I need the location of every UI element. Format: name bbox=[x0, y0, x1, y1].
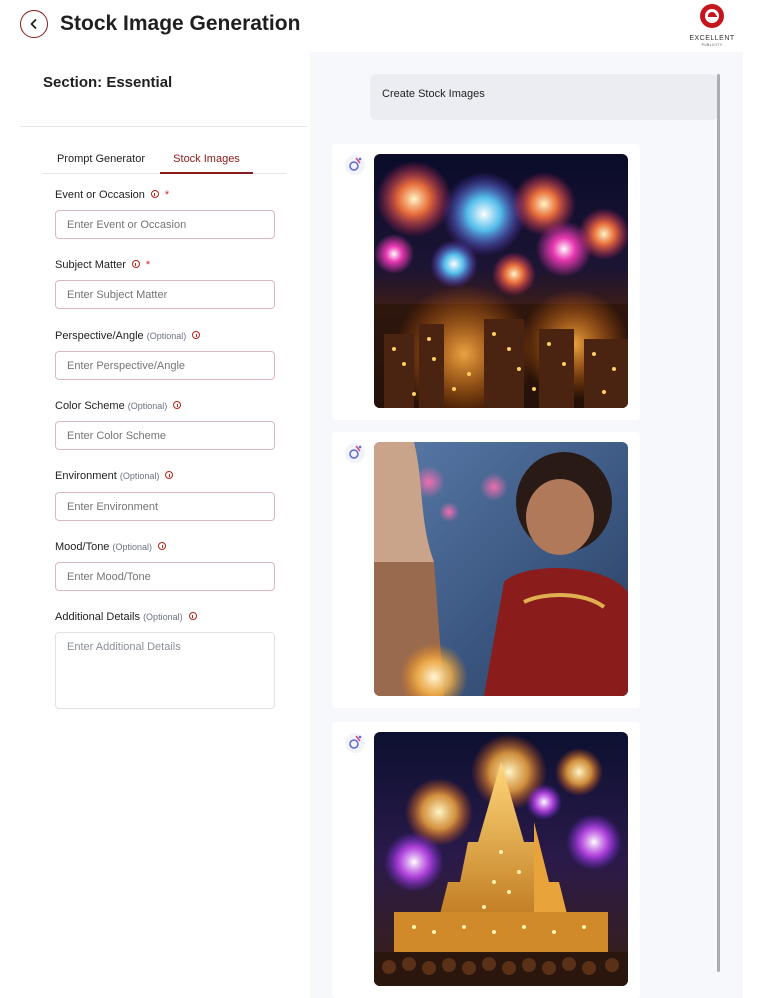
required-marker: * bbox=[164, 189, 170, 201]
optional-tag: (Optional) bbox=[112, 542, 153, 552]
chevron-left-icon bbox=[30, 19, 37, 29]
required-marker: * bbox=[145, 259, 151, 271]
environment-label: Environment (Optional) bbox=[55, 469, 174, 483]
generated-image-card bbox=[332, 432, 640, 708]
generated-image-card bbox=[332, 722, 640, 998]
info-icon[interactable] bbox=[131, 260, 140, 269]
chat-scrollbar[interactable] bbox=[717, 74, 720, 972]
tab-bar: Prompt Generator Stock Images bbox=[43, 148, 287, 174]
environment-label-text: Environment bbox=[55, 470, 117, 482]
info-icon[interactable] bbox=[188, 612, 197, 621]
generated-image[interactable] bbox=[374, 442, 628, 696]
optional-tag: (Optional) bbox=[127, 401, 168, 411]
subject-matter-label-text: Subject Matter bbox=[55, 259, 126, 271]
environment-input[interactable] bbox=[55, 492, 275, 521]
optional-tag: (Optional) bbox=[119, 471, 160, 481]
back-button[interactable] bbox=[20, 10, 48, 38]
optional-tag: (Optional) bbox=[143, 612, 183, 622]
tab-prompt-generator[interactable]: Prompt Generator bbox=[43, 148, 159, 174]
color-scheme-input[interactable] bbox=[55, 421, 275, 450]
additional-details-label-text: Additional Details bbox=[55, 611, 140, 623]
mood-tone-label-text: Mood/Tone bbox=[55, 541, 110, 553]
bot-avatar-icon bbox=[345, 155, 365, 175]
info-icon[interactable] bbox=[165, 471, 174, 480]
logo-subtext: PUBLICITY bbox=[701, 43, 723, 47]
info-icon[interactable] bbox=[192, 331, 201, 340]
perspective-angle-input[interactable] bbox=[55, 351, 275, 380]
brand-logo: EXCELLENT PUBLICITY bbox=[684, 2, 740, 47]
additional-details-textarea[interactable]: Enter Additional Details bbox=[55, 632, 275, 709]
tab-stock-images[interactable]: Stock Images bbox=[160, 148, 253, 174]
additional-details-label: Additional Details (Optional) bbox=[55, 610, 197, 624]
user-message-bubble: Create Stock Images bbox=[370, 74, 718, 120]
event-occasion-label-text: Event or Occasion bbox=[55, 189, 145, 201]
event-occasion-label: Event or Occasion * bbox=[55, 188, 169, 202]
mood-tone-input[interactable] bbox=[55, 562, 275, 591]
section-title: Section: Essential bbox=[43, 74, 173, 91]
perspective-angle-label: Perspective/Angle (Optional) bbox=[55, 329, 201, 343]
event-occasion-input[interactable] bbox=[55, 210, 275, 239]
optional-tag: (Optional) bbox=[146, 331, 187, 341]
bot-avatar-icon bbox=[345, 443, 365, 463]
logo-text: EXCELLENT bbox=[689, 35, 735, 42]
color-scheme-label-text: Color Scheme bbox=[55, 400, 125, 412]
generated-image-card bbox=[332, 144, 640, 420]
bot-avatar-icon bbox=[345, 733, 365, 753]
info-icon[interactable] bbox=[158, 542, 167, 551]
logo-mark-icon bbox=[700, 4, 724, 28]
generated-image[interactable] bbox=[374, 154, 628, 408]
subject-matter-label: Subject Matter * bbox=[55, 258, 150, 272]
info-icon[interactable] bbox=[150, 190, 159, 199]
section-divider bbox=[20, 126, 308, 127]
mood-tone-label: Mood/Tone (Optional) bbox=[55, 540, 167, 554]
fireworks-city-image bbox=[374, 154, 628, 408]
girls-sparklers-image bbox=[374, 442, 628, 696]
perspective-angle-label-text: Perspective/Angle bbox=[55, 330, 144, 342]
color-scheme-label: Color Scheme (Optional) bbox=[55, 399, 182, 413]
info-icon[interactable] bbox=[173, 401, 182, 410]
generated-image[interactable] bbox=[374, 732, 628, 986]
subject-matter-input[interactable] bbox=[55, 280, 275, 309]
page-title: Stock Image Generation bbox=[60, 12, 301, 35]
temple-fireworks-image bbox=[374, 732, 628, 986]
